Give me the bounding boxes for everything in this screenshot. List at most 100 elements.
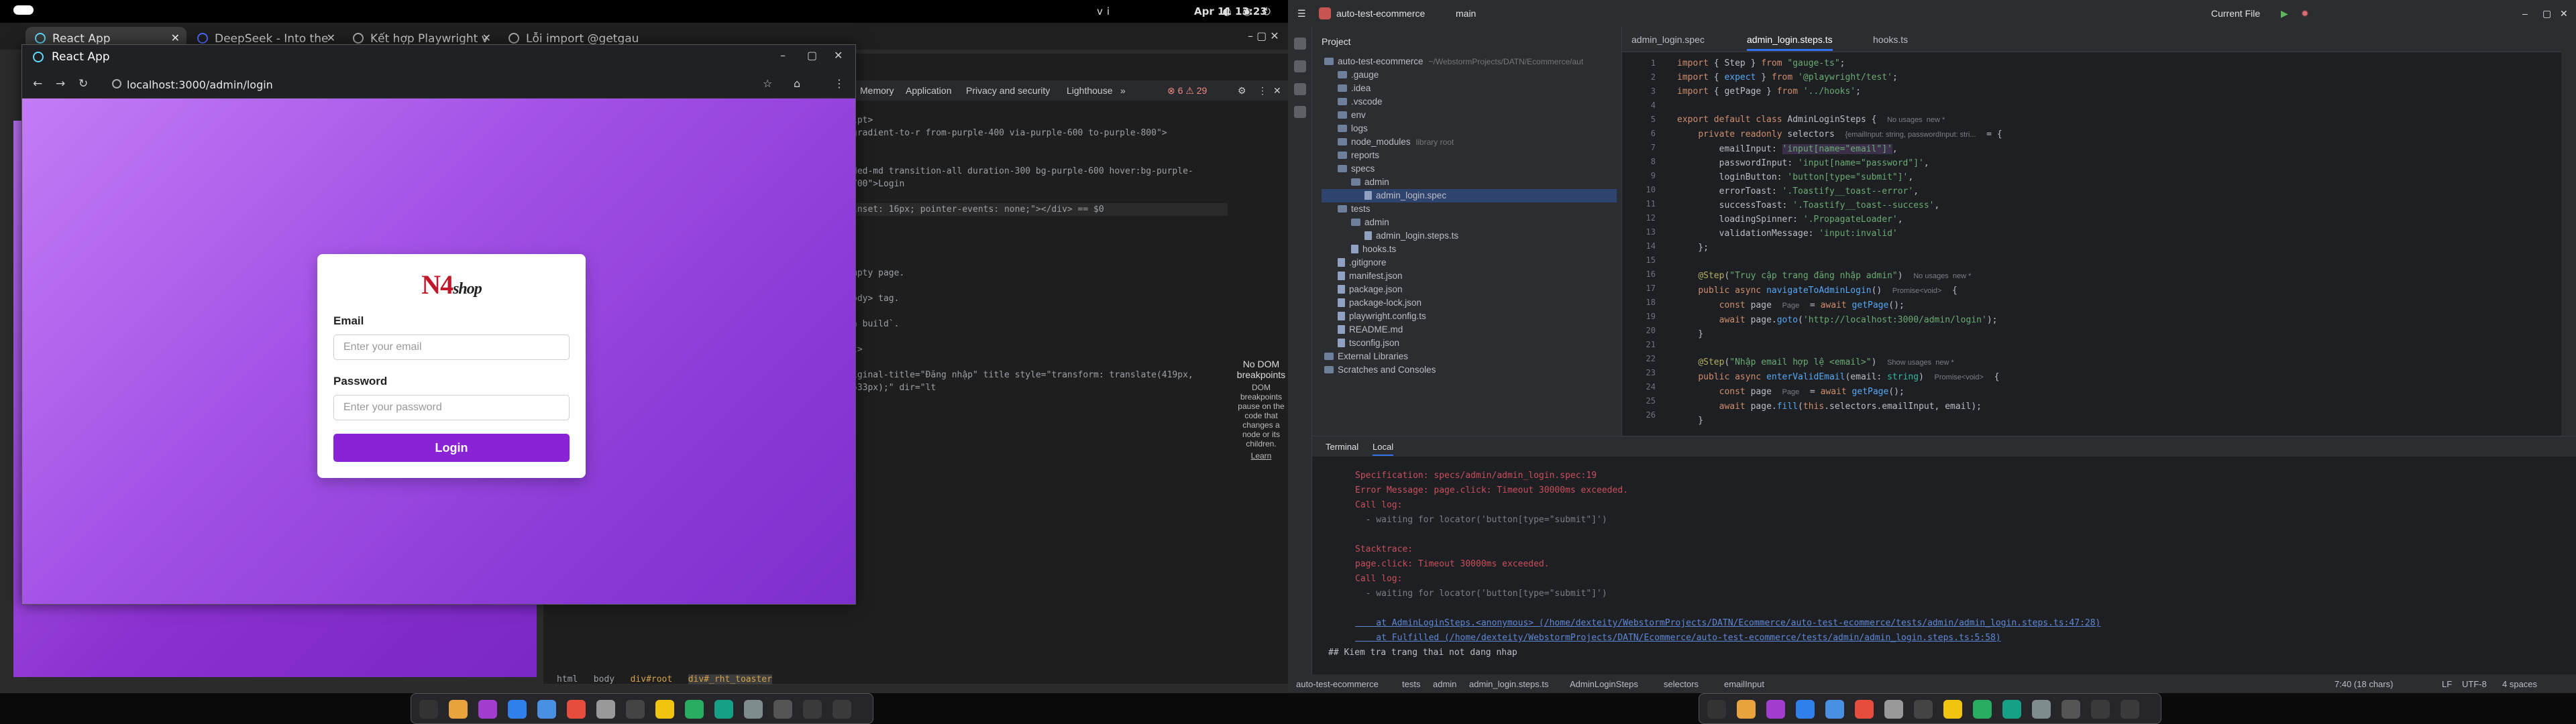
tree-item[interactable]: logs — [1322, 122, 1617, 135]
recent-app-icon[interactable] — [2061, 700, 2080, 719]
indent-setting[interactable]: 4 spaces — [2502, 679, 2537, 689]
maximize-icon[interactable]: ▢ — [807, 49, 817, 62]
tab-privacy-security[interactable]: Privacy and security — [966, 85, 1050, 96]
project-panel-title[interactable]: Project — [1322, 36, 1351, 47]
project-tree[interactable]: auto-test-ecommerce ~/WebstormProjects/DA… — [1322, 55, 1617, 377]
commit-tool-icon[interactable] — [1294, 60, 1306, 72]
music-app-icon[interactable] — [626, 700, 645, 719]
url-field[interactable]: localhost:3000/admin/login — [103, 74, 773, 95]
tree-item[interactable]: .gitignore — [1322, 256, 1617, 269]
messages-app-icon[interactable] — [2002, 700, 2021, 719]
tab-memory[interactable]: Memory — [860, 85, 894, 96]
tree-item[interactable]: External Libraries — [1322, 350, 1617, 363]
terminal-app-icon[interactable] — [419, 700, 438, 719]
messages-app-icon[interactable] — [714, 700, 733, 719]
main-menu-icon[interactable]: ☰ — [1297, 8, 1306, 19]
close-icon[interactable]: ✕ — [171, 32, 180, 44]
tree-item[interactable]: admin_login.steps.ts — [1322, 229, 1617, 243]
tree-item[interactable]: admin_login.spec — [1322, 189, 1617, 202]
login-button[interactable]: Login — [333, 434, 570, 462]
terminal-output[interactable]: Specification: specs/admin/admin_login.s… — [1328, 469, 2294, 660]
music-app-icon[interactable] — [1914, 700, 1933, 719]
app-store-icon[interactable] — [1825, 700, 1844, 719]
email-input[interactable] — [333, 335, 570, 360]
tree-item[interactable]: reports — [1322, 149, 1617, 162]
recent-app-icon[interactable] — [773, 700, 792, 719]
minimize-icon[interactable]: – — [2522, 8, 2528, 19]
status-crumb-class[interactable]: AdminLoginSteps — [1570, 679, 1638, 689]
archive-app-icon[interactable] — [2032, 700, 2051, 719]
tree-item[interactable]: hooks.ts — [1322, 243, 1617, 256]
system-tray-left[interactable]: ◐ ◉ ⏻ — [1222, 5, 1275, 17]
elements-dom-tree[interactable]: ipt> gradient-to-r from-purple-400 via-p… — [852, 114, 1228, 394]
input-language[interactable]: vi — [1097, 5, 1114, 17]
activities-button[interactable] — [13, 5, 34, 15]
vscode-app-icon[interactable] — [508, 700, 527, 719]
file-encoding[interactable]: UTF-8 — [2462, 679, 2487, 689]
tree-item[interactable]: playwright.config.ts — [1322, 310, 1617, 323]
tree-item[interactable]: .gauge — [1322, 68, 1617, 82]
status-crumb-property[interactable]: selectors — [1664, 679, 1699, 689]
notes-app-icon[interactable] — [655, 700, 674, 719]
editor-tab-spec[interactable]: admin_login.spec — [1631, 34, 1705, 45]
structure-tool-icon[interactable] — [1294, 83, 1306, 95]
share-icon[interactable]: ⌂ — [794, 77, 800, 90]
app-store-icon[interactable] — [537, 700, 556, 719]
crumb-root[interactable]: div#root — [631, 674, 673, 684]
back-arrow-icon[interactable]: ← — [33, 77, 42, 90]
site-info-icon[interactable] — [112, 79, 121, 88]
tree-item[interactable]: tests — [1322, 202, 1617, 216]
more-options-icon[interactable]: ⋮ — [1258, 85, 1267, 97]
status-crumb-tests[interactable]: tests — [1402, 679, 1420, 689]
tree-item[interactable]: manifest.json — [1322, 269, 1617, 283]
bookmark-star-icon[interactable]: ☆ — [763, 77, 772, 90]
browser-window-controls[interactable]: – ▢ ✕ — [1248, 29, 1279, 42]
git-app-icon[interactable] — [1855, 700, 1874, 719]
terminal-title[interactable]: Terminal — [1326, 442, 1358, 452]
tree-item[interactable]: auto-test-ecommerce ~/WebstormProjects/DA… — [1322, 55, 1617, 68]
tree-item[interactable]: .idea — [1322, 82, 1617, 95]
chrome-app-icon[interactable] — [1737, 700, 1756, 719]
tree-item[interactable]: env — [1322, 109, 1617, 122]
tree-item[interactable]: .vscode — [1322, 95, 1617, 109]
project-tool-icon[interactable] — [1294, 38, 1306, 50]
status-crumb-field[interactable]: emailInput — [1724, 679, 1764, 689]
more-tools-icon[interactable] — [1294, 106, 1306, 118]
spreadsheet-app-icon[interactable] — [685, 700, 704, 719]
forward-arrow-icon[interactable]: → — [56, 77, 65, 90]
tab-more[interactable]: » — [1120, 85, 1126, 96]
tree-item[interactable]: node_modules library root — [1322, 135, 1617, 149]
crumb-body[interactable]: body — [594, 674, 614, 684]
status-crumb-file[interactable]: admin_login.steps.ts — [1469, 679, 1549, 689]
editor-tab-steps[interactable]: admin_login.steps.ts — [1747, 34, 1833, 51]
webstorm-app-icon[interactable] — [1766, 700, 1785, 719]
spreadsheet-app-icon[interactable] — [1973, 700, 1992, 719]
minimize-icon[interactable]: – — [780, 49, 786, 62]
maximize-icon[interactable]: ▢ — [2542, 8, 2551, 19]
close-icon[interactable]: ✕ — [2560, 8, 2568, 19]
files-app-icon[interactable] — [1884, 700, 1903, 719]
notes-app-icon[interactable] — [1943, 700, 1962, 719]
tree-item[interactable]: README.md — [1322, 323, 1617, 337]
chrome-app-icon[interactable] — [449, 700, 468, 719]
status-crumb-project[interactable]: auto-test-ecommerce — [1296, 679, 1379, 689]
crumb-toaster[interactable]: div#_rht_toaster — [688, 674, 772, 684]
apps-grid-icon[interactable] — [2091, 700, 2110, 719]
settings-gear-icon[interactable] — [2121, 700, 2139, 719]
vcs-branch-widget[interactable]: main — [1456, 8, 1476, 19]
status-crumb-admin[interactable]: admin — [1433, 679, 1456, 689]
tab-application[interactable]: Application — [906, 85, 952, 96]
tree-item[interactable]: admin — [1322, 216, 1617, 229]
close-icon[interactable]: ✕ — [834, 49, 843, 62]
menu-icon[interactable]: ⋮ — [834, 77, 845, 90]
learn-more-link[interactable]: Learn — [1234, 451, 1288, 461]
close-icon[interactable]: ✕ — [482, 32, 491, 44]
close-icon[interactable]: ✕ — [327, 32, 335, 44]
project-switcher[interactable]: auto-test-ecommerce — [1336, 8, 1425, 19]
run-icon[interactable]: ▶ — [2281, 8, 2288, 19]
crumb-html[interactable]: html — [557, 674, 578, 684]
archive-app-icon[interactable] — [744, 700, 763, 719]
tree-item[interactable]: tsconfig.json — [1322, 337, 1617, 350]
close-devtools-icon[interactable]: ✕ — [1273, 85, 1281, 97]
tree-item[interactable]: package-lock.json — [1322, 296, 1617, 310]
